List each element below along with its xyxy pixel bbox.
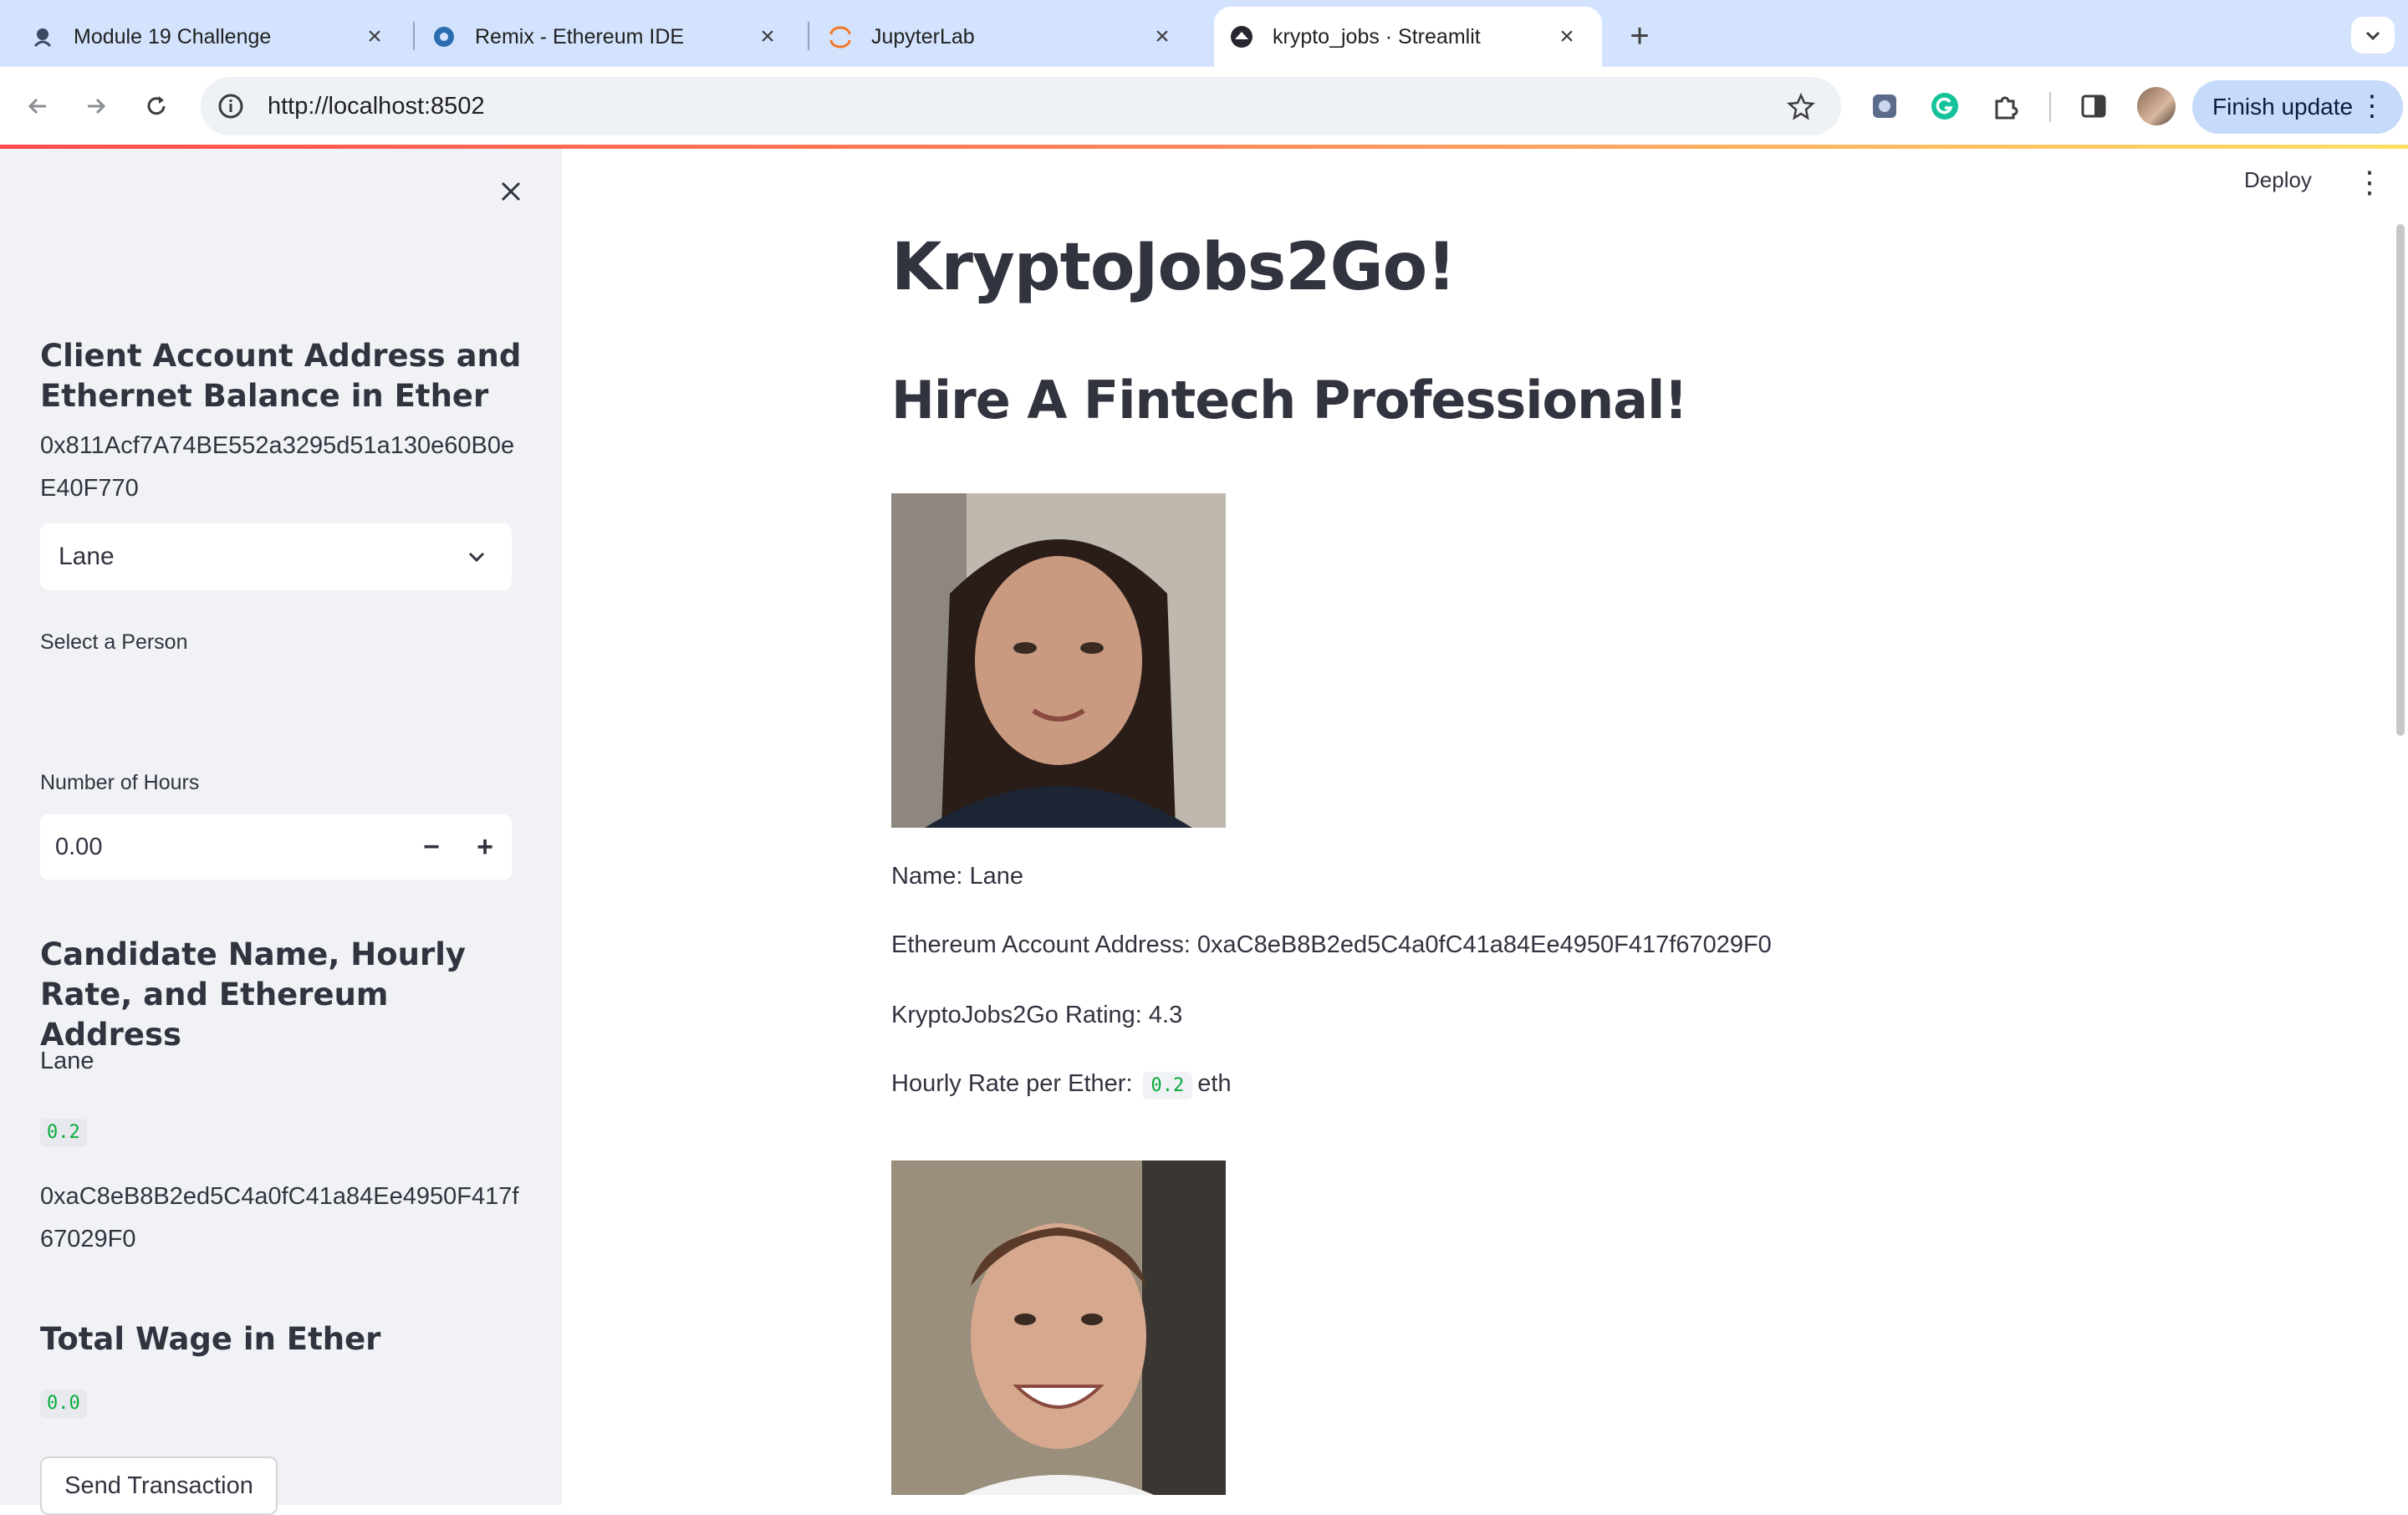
candidate-photo-next (891, 1160, 1226, 1495)
deploy-button[interactable]: Deploy (2244, 167, 2312, 193)
tab-separator (413, 22, 415, 50)
sidebar: Client Account Address and Ethernet Bala… (0, 149, 562, 1515)
chevron-down-icon (463, 543, 490, 570)
jupyter-icon (828, 24, 853, 49)
page-subtitle: Hire A Fintech Professional! (891, 370, 1688, 431)
more-vertical-icon[interactable]: ⋮ (2354, 167, 2385, 201)
select-person-label: Select a Person (40, 630, 188, 654)
toolbar-separator (2049, 92, 2051, 122)
new-tab-icon[interactable]: + (1619, 15, 1661, 57)
tab-title: Module 19 Challenge (74, 24, 272, 48)
url-text: http://localhost:8502 (268, 92, 485, 120)
hours-label: Number of Hours (40, 771, 200, 794)
total-wage-heading: Total Wage in Ether (40, 1321, 381, 1357)
candidate-rating-line: KryptoJobs2Go Rating: 4.3 (891, 1002, 1183, 1028)
candidate-rate-line: Hourly Rate per Ether: 0.2 eth (891, 1067, 1232, 1103)
finish-update-button[interactable]: Finish update ⋮ (2192, 80, 2403, 134)
tab-separator (808, 22, 809, 50)
streamlit-icon (1229, 24, 1254, 49)
candidate-name-line: Name: Lane (891, 863, 1023, 890)
site-info-icon[interactable] (214, 89, 247, 123)
selected-person-value: Lane (59, 543, 115, 570)
remix-icon (431, 24, 457, 49)
forward-icon[interactable] (75, 85, 117, 127)
client-account-address: 0x811Acf7A74BE552a3295d51a130e60B0eE40F7… (40, 432, 515, 502)
candidate-info-heading: Candidate Name, Hourly Rate, and Ethereu… (40, 936, 467, 1053)
increment-icon[interactable]: + (458, 814, 512, 880)
rate-value: 0.2 (1142, 1072, 1193, 1099)
select-person-dropdown[interactable]: Lane (40, 523, 512, 590)
github-icon (30, 24, 55, 49)
hours-number-input[interactable]: 0.00 − + (40, 814, 512, 880)
address-bar[interactable]: http://localhost:8502 (201, 77, 1841, 135)
bookmark-star-icon[interactable] (1784, 89, 1818, 123)
close-icon[interactable]: × (752, 22, 783, 52)
candidate-name: Lane (40, 1048, 94, 1074)
scrollbar[interactable] (2396, 224, 2405, 736)
tab-title: JupyterLab (871, 24, 975, 48)
grammarly-icon[interactable] (1926, 88, 1963, 125)
candidate-address-line: Ethereum Account Address: 0xaC8eB8B2ed5C… (891, 931, 1772, 958)
back-icon[interactable] (17, 85, 59, 127)
extensions-icon[interactable] (1987, 88, 2023, 125)
decrement-icon[interactable]: − (405, 814, 458, 880)
browser-tab-bar: Module 19 Challenge × Remix - Ethereum I… (0, 0, 2408, 67)
close-icon[interactable]: × (1147, 22, 1177, 52)
rate-prefix: Hourly Rate per Ether: (891, 1070, 1133, 1097)
tab-remix[interactable]: Remix - Ethereum IDE × (418, 7, 803, 67)
page-title: KryptoJobs2Go! (891, 230, 1457, 305)
client-account-heading: Client Account Address and Ethernet Bala… (40, 338, 522, 414)
tab-title: krypto_jobs · Streamlit (1273, 24, 1481, 48)
tab-module-19[interactable]: Module 19 Challenge × (0, 7, 410, 67)
total-wage-value: 0.0 (40, 1390, 87, 1418)
finish-update-label: Finish update (2212, 94, 2354, 120)
candidate-rate-value: 0.2 (40, 1119, 87, 1147)
extension-puzzle-app-icon[interactable] (1866, 88, 1903, 125)
tab-krypto-jobs[interactable]: krypto_jobs · Streamlit × (1214, 7, 1602, 67)
close-sidebar-icon[interactable] (490, 171, 532, 212)
profile-avatar[interactable] (2137, 87, 2176, 125)
rate-suffix: eth (1197, 1070, 1232, 1097)
tab-title: Remix - Ethereum IDE (475, 24, 685, 48)
browser-toolbar: http://localhost:8502 Finish update ⋮ (0, 67, 2408, 145)
reload-icon[interactable] (135, 85, 177, 127)
more-vertical-icon: ⋮ (2358, 90, 2386, 122)
candidate-photo-lane (891, 493, 1226, 828)
tab-jupyterlab[interactable]: JupyterLab × (813, 7, 1197, 67)
hours-value[interactable]: 0.00 (55, 834, 405, 861)
close-icon[interactable]: × (360, 22, 390, 52)
send-transaction-button[interactable]: Send Transaction (40, 1456, 278, 1515)
main-content (562, 149, 2408, 1505)
candidate-address: 0xaC8eB8B2ed5C4a0fC41a84Ee4950F417f67029… (40, 1183, 519, 1252)
close-icon[interactable]: × (1552, 22, 1582, 52)
side-panel-icon[interactable] (2075, 88, 2112, 125)
tab-search-icon[interactable] (2351, 17, 2395, 54)
